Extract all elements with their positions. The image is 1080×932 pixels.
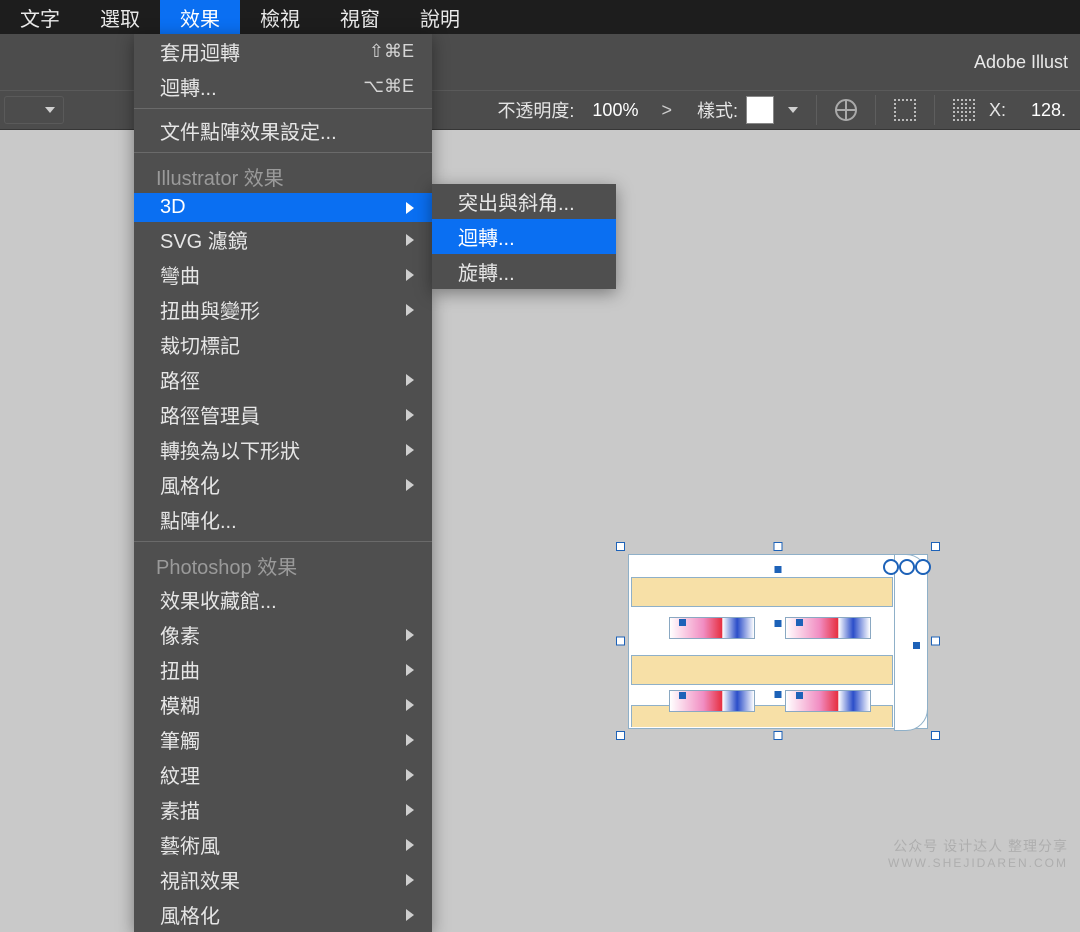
- x-value-field[interactable]: 128.: [1020, 96, 1070, 124]
- submenu-arrow-icon: [406, 664, 414, 676]
- menu-view[interactable]: 檢視: [240, 0, 320, 34]
- menu-pathfinder[interactable]: 路徑管理員: [134, 397, 432, 432]
- menu-artistic[interactable]: 藝術風: [134, 827, 432, 862]
- submenu-arrow-icon: [406, 839, 414, 851]
- selection-handle[interactable]: [931, 637, 940, 646]
- anchor-point[interactable]: [913, 642, 920, 649]
- menu-warp[interactable]: 彎曲: [134, 257, 432, 292]
- align-selection-icon[interactable]: [894, 99, 916, 121]
- menu-3d[interactable]: 3D: [134, 193, 432, 222]
- menu-extrude-bevel[interactable]: 突出與斜角...: [432, 184, 616, 219]
- menu-help[interactable]: 說明: [400, 0, 480, 34]
- 3d-submenu: 突出與斜角... 迴轉... 旋轉...: [432, 184, 616, 289]
- anchor-point[interactable]: [775, 566, 782, 573]
- anchor-point[interactable]: [775, 620, 782, 627]
- menu-last-effect[interactable]: 迴轉... ⌥⌘E: [134, 69, 432, 104]
- menu-path[interactable]: 路徑: [134, 362, 432, 397]
- selection-handle[interactable]: [616, 542, 625, 551]
- live-corner-widget[interactable]: [899, 559, 915, 575]
- submenu-arrow-icon: [406, 374, 414, 386]
- menu-effect-gallery[interactable]: 效果收藏館...: [134, 582, 432, 617]
- menu-stylize-ps[interactable]: 風格化: [134, 897, 432, 932]
- menu-stylize-ai[interactable]: 風格化: [134, 467, 432, 502]
- anchor-point[interactable]: [775, 691, 782, 698]
- menu-pixelate[interactable]: 像素: [134, 617, 432, 652]
- illustrator-section-label: Illustrator 效果: [134, 157, 432, 193]
- menu-window[interactable]: 視窗: [320, 0, 400, 34]
- app-title: Adobe Illust: [974, 52, 1068, 73]
- menu-rotate[interactable]: 旋轉...: [432, 254, 616, 289]
- submenu-arrow-icon: [406, 269, 414, 281]
- opacity-more-button[interactable]: >: [656, 100, 677, 121]
- selection-handle[interactable]: [931, 542, 940, 551]
- selection-handle[interactable]: [616, 731, 625, 740]
- menu-sketch[interactable]: 素描: [134, 792, 432, 827]
- selection-handle[interactable]: [616, 637, 625, 646]
- photoshop-section-label: Photoshop 效果: [134, 546, 432, 582]
- x-label: X:: [989, 100, 1006, 121]
- menu-select[interactable]: 選取: [80, 0, 160, 34]
- selection-handle[interactable]: [774, 542, 783, 551]
- menu-text[interactable]: 文字: [0, 0, 80, 34]
- menu-blur[interactable]: 模糊: [134, 687, 432, 722]
- transform-icon[interactable]: [953, 99, 975, 121]
- submenu-arrow-icon: [406, 444, 414, 456]
- selection-bounding-box[interactable]: [620, 546, 936, 736]
- live-corner-widget[interactable]: [915, 559, 931, 575]
- menu-video[interactable]: 視訊效果: [134, 862, 432, 897]
- anchor-point[interactable]: [796, 619, 803, 626]
- submenu-arrow-icon: [406, 409, 414, 421]
- menu-svg-filter[interactable]: SVG 濾鏡: [134, 222, 432, 257]
- menu-brush-strokes[interactable]: 筆觸: [134, 722, 432, 757]
- style-swatch[interactable]: [746, 96, 774, 124]
- anchor-point[interactable]: [796, 692, 803, 699]
- stroke-color-dropdown[interactable]: [4, 96, 64, 124]
- live-corner-widget[interactable]: [883, 559, 899, 575]
- opacity-label: 不透明度:: [497, 97, 574, 123]
- menu-convert-shape[interactable]: 轉換為以下形狀: [134, 432, 432, 467]
- menu-apply-effect[interactable]: 套用迴轉 ⇧⌘E: [134, 34, 432, 69]
- menu-raster-settings[interactable]: 文件點陣效果設定...: [134, 113, 432, 148]
- menubar: 文字 選取 效果 檢視 視窗 說明: [0, 0, 1080, 34]
- menu-rasterize[interactable]: 點陣化...: [134, 502, 432, 537]
- watermark: 公众号 设计达人 整理分享 WWW.SHEJIDAREN.COM: [888, 836, 1068, 870]
- submenu-arrow-icon: [406, 734, 414, 746]
- menu-texture[interactable]: 紋理: [134, 757, 432, 792]
- submenu-arrow-icon: [406, 699, 414, 711]
- selection-handle[interactable]: [931, 731, 940, 740]
- anchor-point[interactable]: [679, 619, 686, 626]
- menu-revolve[interactable]: 迴轉...: [432, 219, 616, 254]
- artwork-cake: [628, 554, 928, 729]
- effect-menu-dropdown: 套用迴轉 ⇧⌘E 迴轉... ⌥⌘E 文件點陣效果設定... Illustrat…: [134, 34, 432, 932]
- submenu-arrow-icon: [406, 304, 414, 316]
- menu-separator: [134, 152, 432, 153]
- submenu-arrow-icon: [406, 769, 414, 781]
- anchor-point[interactable]: [679, 692, 686, 699]
- chevron-down-icon: [45, 107, 55, 113]
- submenu-arrow-icon: [406, 202, 414, 214]
- submenu-arrow-icon: [406, 234, 414, 246]
- menu-crop-marks[interactable]: 裁切標記: [134, 327, 432, 362]
- recolor-icon[interactable]: [835, 99, 857, 121]
- divider: [934, 95, 935, 125]
- menu-separator: [134, 108, 432, 109]
- submenu-arrow-icon: [406, 479, 414, 491]
- divider: [875, 95, 876, 125]
- opacity-value[interactable]: 100%: [582, 96, 648, 124]
- submenu-arrow-icon: [406, 804, 414, 816]
- menu-distort-transform[interactable]: 扭曲與變形: [134, 292, 432, 327]
- menu-distort-ps[interactable]: 扭曲: [134, 652, 432, 687]
- submenu-arrow-icon: [406, 909, 414, 921]
- submenu-arrow-icon: [406, 629, 414, 641]
- style-label: 樣式:: [697, 97, 738, 123]
- divider: [816, 95, 817, 125]
- menu-effect[interactable]: 效果: [160, 0, 240, 34]
- submenu-arrow-icon: [406, 874, 414, 886]
- selection-handle[interactable]: [774, 731, 783, 740]
- menu-separator: [134, 541, 432, 542]
- chevron-down-icon[interactable]: [788, 107, 798, 113]
